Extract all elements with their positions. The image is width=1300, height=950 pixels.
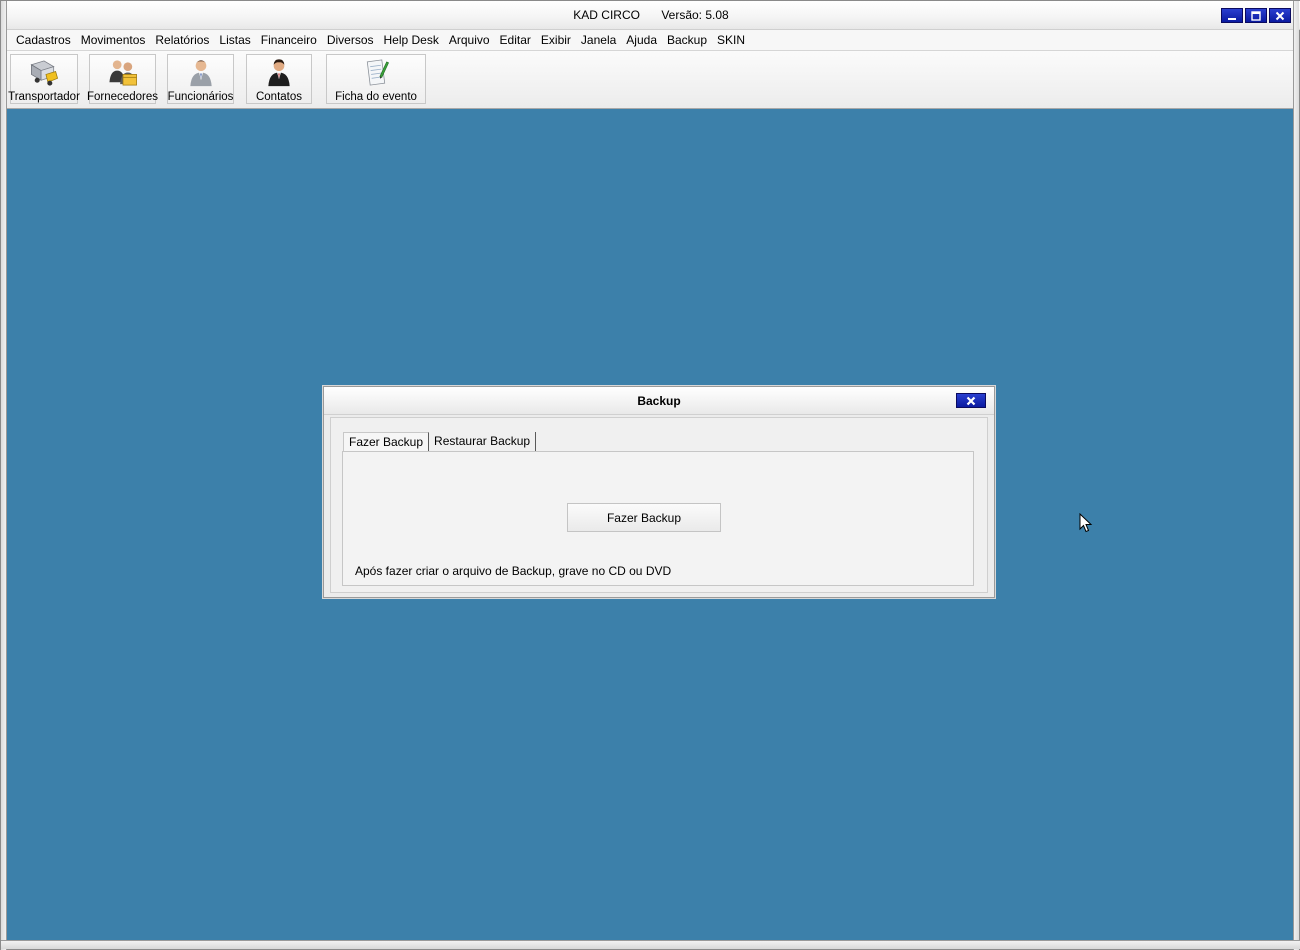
fazer-backup-button[interactable]: Fazer Backup — [567, 503, 721, 532]
fornecedores-button[interactable]: Fornecedores — [87, 54, 158, 104]
tab-restaurar-backup[interactable]: Restaurar Backup — [429, 432, 537, 452]
menu-backup[interactable]: Backup — [662, 33, 712, 47]
event-form-icon — [366, 59, 389, 86]
menu-arquivo[interactable]: Arquivo — [444, 33, 495, 47]
ficha-do-evento-button[interactable]: Ficha do evento — [326, 54, 426, 104]
close-button[interactable] — [1269, 8, 1291, 23]
contact-icon — [268, 59, 290, 87]
transportador-label: Transportador — [8, 91, 80, 103]
dialog-title-bar[interactable]: Backup — [324, 387, 994, 415]
menu-financeiro[interactable]: Financeiro — [256, 33, 322, 47]
minimize-button[interactable] — [1221, 8, 1243, 23]
employee-icon — [189, 60, 212, 87]
dialog-body: Fazer Backup Restaurar Backup Fazer Back… — [330, 417, 988, 593]
title-bar[interactable]: KAD CIRCO Versão: 5.08 — [1, 1, 1300, 30]
close-icon — [966, 396, 976, 405]
menu-diversos[interactable]: Diversos — [322, 33, 379, 47]
menu-janela[interactable]: Janela — [576, 33, 621, 47]
backup-instruction-text: Após fazer criar o arquivo de Backup, gr… — [355, 564, 672, 578]
maximize-button[interactable] — [1245, 8, 1267, 23]
menu-editar[interactable]: Editar — [495, 33, 536, 47]
mouse-cursor-icon — [1079, 513, 1093, 533]
window-title: KAD CIRCO Versão: 5.08 — [1, 8, 1300, 22]
menu-help-desk[interactable]: Help Desk — [379, 33, 444, 47]
app-version: Versão: 5.08 — [661, 8, 729, 22]
maximize-icon — [1251, 10, 1261, 21]
menu-relatorios[interactable]: Relatórios — [150, 33, 214, 47]
funcionarios-label: Funcionários — [167, 91, 234, 103]
menu-cadastros[interactable]: Cadastros — [11, 33, 76, 47]
menu-bar: Cadastros Movimentos Relatórios Listas F… — [7, 30, 1295, 51]
contatos-label: Contatos — [255, 91, 303, 103]
minimize-icon — [1228, 17, 1236, 20]
backup-dialog: Backup Fazer Backup Restaurar Backup Faz… — [323, 386, 995, 598]
window-border-right — [1293, 1, 1299, 950]
transportador-button[interactable]: Transportador — [8, 54, 80, 104]
toolbar: Transportador Fornecedores Funcionários — [7, 51, 1295, 109]
menu-listas[interactable]: Listas — [214, 33, 255, 47]
dialog-close-button[interactable] — [956, 393, 986, 408]
fornecedores-label: Fornecedores — [87, 91, 158, 103]
tab-strip: Fazer Backup Restaurar Backup — [343, 432, 537, 452]
contatos-button[interactable]: Contatos — [246, 54, 312, 104]
menu-ajuda[interactable]: Ajuda — [621, 33, 662, 47]
funcionarios-button[interactable]: Funcionários — [167, 54, 234, 104]
window-border-left — [1, 1, 7, 950]
ficha-do-evento-label: Ficha do evento — [335, 91, 417, 103]
dialog-title: Backup — [637, 394, 681, 408]
main-window: KAD CIRCO Versão: 5.08 Cadastros Movimen… — [0, 0, 1300, 950]
window-border-bottom — [1, 940, 1300, 949]
menu-skin[interactable]: SKIN — [712, 33, 750, 47]
close-icon — [1275, 11, 1285, 20]
suppliers-icon — [108, 60, 137, 86]
truck-icon — [30, 60, 59, 86]
menu-exibir[interactable]: Exibir — [536, 33, 576, 47]
app-title: KAD CIRCO — [573, 8, 640, 22]
menu-movimentos[interactable]: Movimentos — [76, 33, 151, 47]
tab-panel-fazer-backup: Fazer Backup Após fazer criar o arquivo … — [342, 451, 974, 586]
tab-fazer-backup[interactable]: Fazer Backup — [343, 432, 430, 452]
window-controls — [1221, 8, 1291, 23]
